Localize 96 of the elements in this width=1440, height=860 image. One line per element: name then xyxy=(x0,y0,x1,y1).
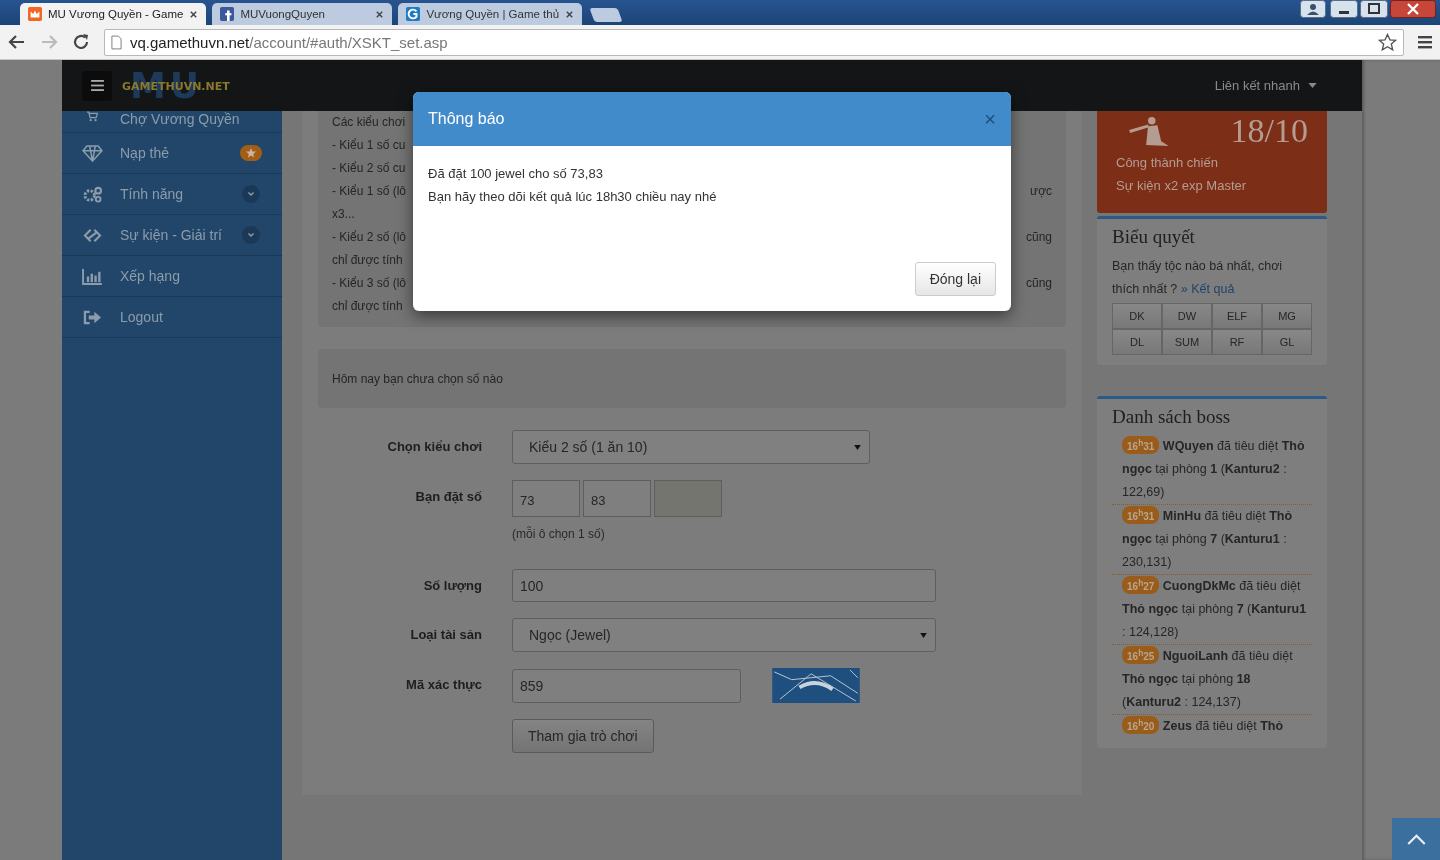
results-link[interactable]: » Kết quả xyxy=(1180,282,1235,296)
rules-text: ược xyxy=(1030,183,1052,200)
boss-entry: 16$^{h}$27 CuongDkMc đã tiêu diệt Thỏ ngọc tại phòng 7 (Kanturu1 : 124,128) xyxy=(1122,575,1308,641)
rules-text: - Kiểu 2 số cu xyxy=(332,160,406,177)
caret-icon xyxy=(854,444,861,450)
rules-text: - Kiểu 2 số (lô xyxy=(332,229,407,246)
rules-text: cũng xyxy=(1025,229,1052,246)
logout-icon xyxy=(82,308,103,326)
select-field[interactable]: Ngọc (Jewel) xyxy=(512,618,936,652)
rules-text: - Kiểu 1 số cu xyxy=(332,137,406,154)
sidebar-item[interactable]: Tính năng xyxy=(62,174,282,215)
new-tab-button[interactable] xyxy=(589,8,623,22)
event-text: Công thành chiến xyxy=(1116,154,1219,172)
event-date: 18/10 xyxy=(1230,112,1308,150)
scroll-top-button[interactable] xyxy=(1392,818,1440,860)
time-badge: 16$^{h}$31 xyxy=(1122,435,1160,454)
vote-button[interactable]: DK xyxy=(1112,303,1162,329)
submit-button[interactable]: Tham gia trò chơi xyxy=(512,719,654,753)
message-text: Bạn hãy theo dõi kết quả lúc 18h30 chiều nay nhé xyxy=(428,188,718,206)
number-input[interactable]: 83 xyxy=(583,480,651,517)
number-input[interactable]: 73 xyxy=(512,480,580,517)
time-badge: 16$^{h}$31 xyxy=(1122,505,1160,524)
vote-button[interactable]: MG xyxy=(1262,303,1312,329)
caret-icon xyxy=(920,632,927,638)
reload-icon[interactable] xyxy=(72,33,90,51)
crown-icon xyxy=(28,7,42,21)
rules-text: - Kiểu 3 số (lô xyxy=(332,275,407,292)
url-text: vq.gamethuvn.net/account/#auth/XSKT_set.asp xyxy=(130,33,449,51)
field-label: Bạn đặt số xyxy=(414,488,482,506)
card-title: Danh sách boss xyxy=(1112,405,1232,429)
rules-text: Các kiểu chơi xyxy=(332,114,406,131)
boss-entry: 16$^{h}$25 NguoiLanh đã tiêu diệt Thỏ ngọc tại phòng 18 (Kanturu2 : 124,137) xyxy=(1122,645,1294,711)
quick-links-dropdown[interactable]: Liên kết nhanh xyxy=(1214,78,1317,93)
menu-icon xyxy=(90,80,104,91)
gears-icon xyxy=(82,185,103,203)
maximize-icon[interactable] xyxy=(1360,0,1388,18)
page-icon xyxy=(111,34,122,50)
event-text: Sự kiện x2 exp Master xyxy=(1116,177,1248,195)
browser-tab[interactable]: MU Vương Quyền - Game xyxy=(20,3,207,25)
soldier-figure-icon xyxy=(1126,115,1170,147)
time-badge: 16$^{h}$27 xyxy=(1122,575,1160,594)
logo-icon xyxy=(220,7,235,21)
close-icon[interactable] xyxy=(375,9,385,19)
boss-entry: 16$^{h}$31 WQuyen đã tiêu diệt Thỏ ngọc tại phòng 1 (Kanturu2 : 122,69) xyxy=(1122,435,1306,501)
select-field[interactable]: Kiểu 2 số (1 ăn 10) xyxy=(512,430,870,464)
vote-button[interactable]: SUM xyxy=(1162,329,1212,355)
help-text: (mỗi ô chọn 1 số) xyxy=(512,527,606,541)
message-text: Đã đặt 100 jewel cho số 73,83 xyxy=(428,165,604,183)
field-label: Loại tài sản xyxy=(409,626,482,644)
sidebar-item[interactable]: Nạp thẻ xyxy=(62,133,282,174)
logo-icon xyxy=(406,7,421,21)
vote-button[interactable]: GL xyxy=(1262,329,1312,355)
back-icon[interactable] xyxy=(8,33,26,51)
input-field[interactable]: 859 xyxy=(512,668,741,703)
sidebar-item[interactable]: Sự kiện - Giải trí xyxy=(62,215,282,256)
star-badge xyxy=(240,145,262,161)
caret-icon xyxy=(1308,83,1317,88)
menu-icon[interactable] xyxy=(1418,35,1432,49)
vote-button[interactable]: RF xyxy=(1212,329,1262,355)
rules-text: chỉ được tính xyxy=(332,298,403,315)
field-label: Mã xác thực xyxy=(405,676,482,694)
menu-button[interactable] xyxy=(82,70,112,101)
sidebar-item[interactable]: Chợ Vương Quyền xyxy=(62,111,282,133)
time-badge: 16$^{h}$20 xyxy=(1122,715,1160,734)
bar-chart-icon xyxy=(82,267,103,285)
notice-text: Hôm nay bạn chưa chọn số nào xyxy=(332,371,503,386)
vote-button[interactable]: DW xyxy=(1162,303,1212,329)
time-badge: 16$^{h}$25 xyxy=(1122,645,1160,664)
close-button[interactable]: × xyxy=(984,107,996,131)
card-title: Biểu quyết xyxy=(1112,225,1196,249)
close-icon[interactable] xyxy=(189,9,199,19)
link-diamond-icon xyxy=(82,226,103,244)
boss-entry: 16$^{h}$31 MinHu đã tiêu diệt Thỏ ngọc tại phòng 7 (Kanturu1 : 230,131) xyxy=(1122,505,1294,571)
field-label: Chọn kiểu chơi xyxy=(386,438,482,456)
input-field[interactable]: 100 xyxy=(512,569,936,602)
close-icon[interactable] xyxy=(1390,0,1436,18)
minimize-icon[interactable] xyxy=(1330,0,1358,18)
poll-question: Bạn thấy tộc nào bá nhất, chơi thích nhất ? » Kết quả xyxy=(1112,258,1284,298)
rules-text: - Kiểu 1 số (lô xyxy=(332,183,407,200)
diamond-icon xyxy=(82,144,103,162)
address-bar[interactable]: vq.gamethuvn.net/account/#auth/XSKT_set.asp xyxy=(104,28,1404,56)
user-icon[interactable] xyxy=(1300,0,1326,18)
close-dialog-button[interactable]: Đóng lại xyxy=(914,262,996,296)
field-label: Số lượng xyxy=(422,577,482,595)
vote-button[interactable]: DL xyxy=(1112,329,1162,355)
rules-text: x3... xyxy=(332,206,355,223)
rules-text: cũng xyxy=(1025,275,1052,292)
browser-tab[interactable]: Vương Quyền | Game thủ xyxy=(398,3,583,25)
bookmark-star-icon[interactable] xyxy=(1378,32,1397,52)
chevron-up-icon xyxy=(1406,833,1426,845)
modal-title: Thông báo xyxy=(428,110,505,128)
boss-entry: 16$^{h}$20 Zeus đã tiêu diệt Thỏ xyxy=(1122,715,1312,738)
rules-text: chỉ được tính xyxy=(332,252,403,269)
vote-button[interactable]: ELF xyxy=(1212,303,1262,329)
browser-tab[interactable]: MUVuongQuyen xyxy=(212,3,393,25)
close-icon[interactable] xyxy=(565,9,575,19)
